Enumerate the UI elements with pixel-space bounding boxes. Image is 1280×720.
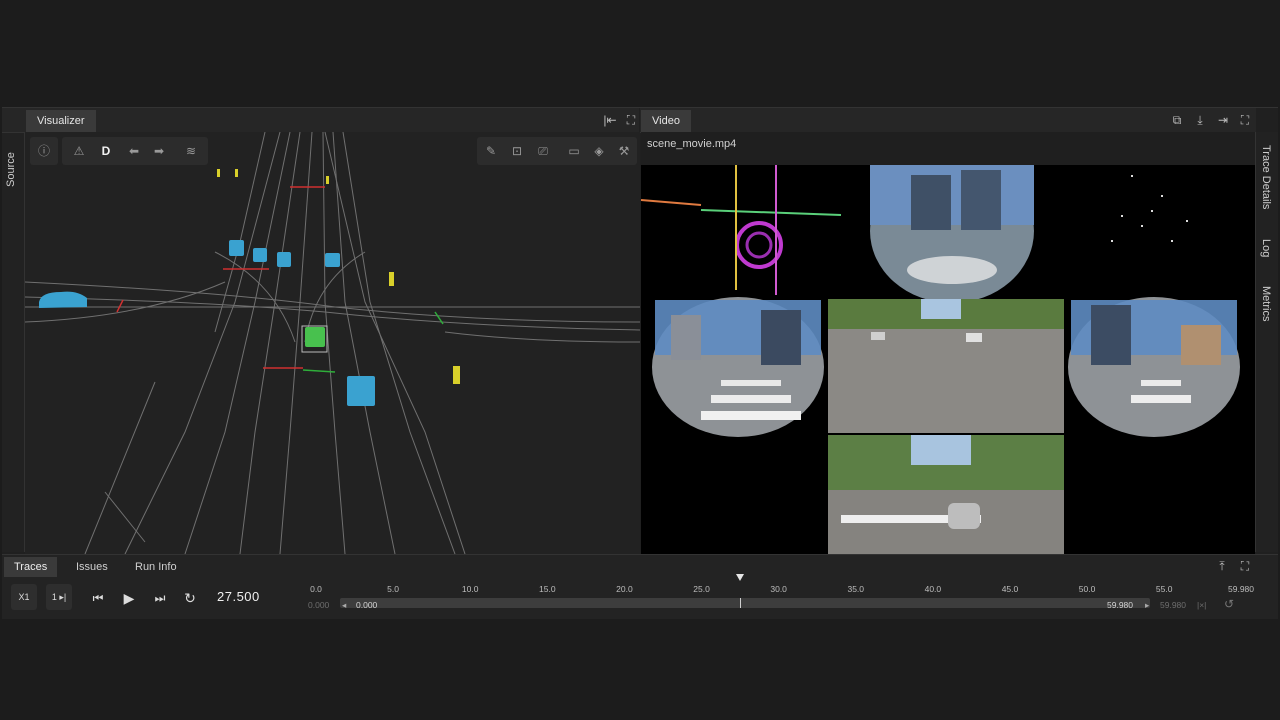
- log-tab[interactable]: Log: [1260, 239, 1272, 257]
- time-tick: 10.0: [461, 584, 479, 594]
- fullscreen-icon[interactable]: ⛶: [1237, 112, 1253, 128]
- rear-camera: [828, 435, 1064, 554]
- time-tick: 50.0: [1078, 584, 1096, 594]
- tab-traces[interactable]: Traces: [4, 557, 58, 577]
- time-tick: 40.0: [924, 584, 942, 594]
- app-window: Source Visualizer |⇤ ⛶ ⓘ ⚠ D ⬅ ➡ ≋ ✎ ⊡ ⎚…: [2, 107, 1278, 619]
- loop-icon[interactable]: ↻: [181, 589, 199, 607]
- left-sidebar: Source: [2, 132, 25, 552]
- open-external-icon[interactable]: ⧉: [1169, 112, 1185, 128]
- info-icon[interactable]: ⓘ: [35, 142, 53, 160]
- step-size-button[interactable]: 1 ▸|: [46, 584, 72, 610]
- time-tick: 5.0: [387, 584, 400, 594]
- fullscreen-icon[interactable]: ⛶: [623, 112, 639, 128]
- range-left-handle[interactable]: ◂: [342, 600, 346, 611]
- reset-icon[interactable]: ↺: [1220, 595, 1238, 613]
- collapse-right-icon[interactable]: ⇥: [1215, 112, 1231, 128]
- video-filename: scene_movie.mp4: [647, 138, 737, 150]
- camera-mosaic: [641, 159, 1240, 554]
- current-time: 27.500: [217, 589, 260, 604]
- fisheye-front: [870, 159, 1034, 303]
- metrics-tab[interactable]: Metrics: [1260, 286, 1272, 321]
- time-tick: 45.0: [1001, 584, 1019, 594]
- warning-icon[interactable]: ⚠: [70, 142, 88, 160]
- timeline-panel: Traces Issues Run Info ⤒ ⛶ X1 1 ▸| ⏮ ▶ ⏭…: [2, 554, 1278, 619]
- wrench-icon[interactable]: ⚒: [615, 142, 633, 160]
- tab-issues[interactable]: Issues: [66, 557, 118, 577]
- time-tick: 20.0: [616, 584, 633, 594]
- camera-follow-icon[interactable]: ⎚: [534, 142, 552, 160]
- info-group: ⓘ: [30, 137, 58, 165]
- range-right-handle[interactable]: ▸: [1145, 600, 1149, 611]
- collapse-left-icon[interactable]: |⇤: [602, 112, 618, 128]
- right-sidebar: Trace Details Log Metrics: [1255, 132, 1278, 552]
- tab-run-info[interactable]: Run Info: [125, 557, 187, 577]
- range-end-outer: 59.980: [1160, 600, 1186, 610]
- camera-icon[interactable]: ▭: [565, 142, 583, 160]
- time-tick: 55.0: [1155, 584, 1173, 594]
- range-start-outer: 0.000: [308, 600, 330, 610]
- center-front-camera: [828, 299, 1064, 433]
- range-track[interactable]: [340, 598, 1150, 608]
- dock-up-icon[interactable]: ⤒: [1214, 558, 1230, 574]
- time-tick: 59.980: [1228, 584, 1254, 594]
- d-button[interactable]: D: [97, 142, 115, 160]
- video-frame[interactable]: [641, 159, 1255, 554]
- scene-3d-view: [25, 132, 640, 554]
- visualizer-canvas[interactable]: ⓘ ⚠ D ⬅ ➡ ≋ ✎ ⊡ ⎚ ▭ ◈ ⚒: [25, 132, 640, 554]
- tab-video[interactable]: Video: [641, 110, 691, 132]
- source-tab[interactable]: Source: [5, 152, 17, 187]
- visualizer-tabbar: Visualizer |⇤ ⛶: [2, 108, 639, 133]
- time-tick: 15.0: [539, 584, 556, 594]
- view-toolgroup: ⚠ D ⬅ ➡ ≋: [62, 137, 208, 165]
- lidar-view: [641, 165, 842, 295]
- fit-range-icon[interactable]: |×|: [1197, 600, 1206, 610]
- layers-icon[interactable]: ◈: [590, 142, 608, 160]
- time-tick: 0.0: [310, 584, 322, 594]
- fullscreen-icon[interactable]: ⛶: [1237, 558, 1253, 574]
- arrow-left-icon[interactable]: ⬅: [125, 142, 143, 160]
- skip-forward-icon[interactable]: ⏭: [151, 589, 169, 607]
- video-tabbar: Video ⧉ ⤓ ⇥ ⛶: [640, 108, 1256, 133]
- time-tick: 35.0: [847, 584, 865, 594]
- arrow-right-icon[interactable]: ➡: [150, 142, 168, 160]
- time-tick: 25.0: [693, 584, 710, 594]
- fisheye-left: [652, 297, 824, 437]
- skip-back-icon[interactable]: ⏮: [89, 589, 107, 607]
- focus-icon[interactable]: ⊡: [508, 142, 526, 160]
- tab-visualizer[interactable]: Visualizer: [26, 110, 96, 132]
- signal-off-icon[interactable]: ≋: [182, 142, 200, 160]
- video-panel: scene_movie.mp4: [641, 132, 1255, 554]
- lidar-sparse: [1111, 175, 1188, 242]
- ruler-icon[interactable]: ✎: [482, 142, 500, 160]
- range-end: 59.980: [1107, 600, 1133, 610]
- range-start: 0.000: [356, 600, 378, 610]
- right-toolgroup: ✎ ⊡ ⎚ ▭ ◈ ⚒: [477, 137, 637, 165]
- speed-button[interactable]: X1: [11, 584, 37, 610]
- trace-details-tab[interactable]: Trace Details: [1260, 145, 1272, 209]
- fisheye-right: [1068, 297, 1240, 437]
- download-icon[interactable]: ⤓: [1192, 112, 1208, 128]
- time-tick: 30.0: [770, 584, 787, 594]
- play-icon[interactable]: ▶: [120, 589, 138, 607]
